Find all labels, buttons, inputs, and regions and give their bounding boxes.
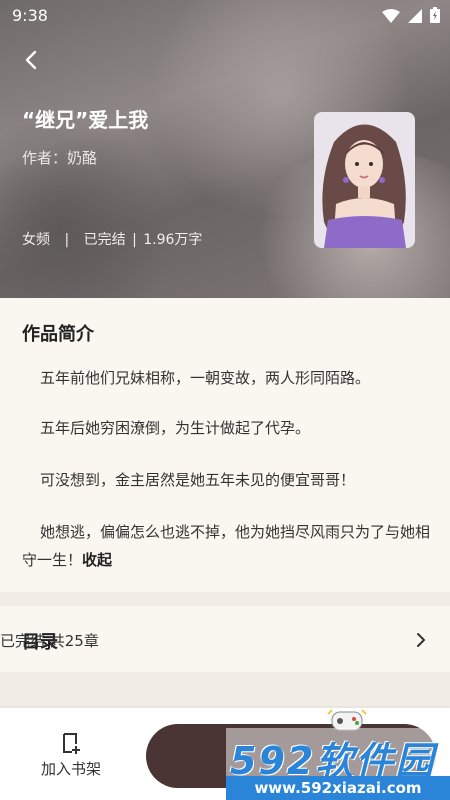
signal-icon (408, 8, 422, 27)
toc-status: 已完结 共25章 (0, 632, 99, 650)
book-header: 9:38 “继兄”爱上我 作者：奶酪 女频 | 已完结 | 1.96万字 (0, 0, 450, 298)
meta-separator-2: | (132, 232, 137, 248)
intro-paragraph: 五年后她穷困潦倒，为生计做起了代孕。 (40, 419, 311, 437)
book-completion: 已完结 (83, 232, 126, 248)
meta-separator: | (64, 232, 70, 248)
wifi-icon (382, 8, 400, 27)
chevron-right-icon (416, 632, 426, 652)
status-time: 9:38 (12, 6, 48, 25)
add-to-shelf-label: 加入书架 (40, 760, 101, 778)
book-channel: 女频 (22, 232, 50, 248)
back-button[interactable] (18, 46, 46, 74)
battery-icon (430, 7, 440, 27)
book-word-count: 1.96万字 (143, 232, 203, 248)
intro-heading: 作品简介 (22, 324, 94, 345)
watermark-url: www.592xiazai.com (226, 776, 450, 800)
intro-section: 作品简介 五年前他们兄妹相称，一朝变故，两人形同陌路。 五年后她穷困潦倒，为生计… (0, 298, 450, 592)
intro-paragraph: 五年前他们兄妹相称，一朝变故，两人形同陌路。 (40, 369, 371, 387)
cover-illustration (314, 112, 415, 248)
book-cover[interactable] (314, 112, 415, 248)
add-to-shelf-button[interactable]: 加入书架 (30, 730, 112, 780)
book-meta: 女频 | 已完结 | 1.96万字 (22, 229, 202, 249)
chevron-left-icon (25, 50, 37, 70)
book-title: “继兄”爱上我 (22, 108, 149, 132)
bookshelf-add-icon (63, 733, 80, 754)
watermark: 592软件园 www.592xiazai.com (226, 728, 450, 800)
section-divider (0, 592, 450, 606)
status-bar: 9:38 (0, 0, 450, 32)
section-divider (0, 672, 450, 708)
intro-paragraph: 可没想到，金主居然是她五年未见的便宜哥哥！ (40, 471, 356, 489)
book-author: 作者：奶酪 (22, 149, 98, 167)
intro-paragraph-last: 她想逃，偏偏怎么也逃不掉，他为她挡尽风雨只为了与她相守一生！收起 (22, 518, 432, 574)
toc-row[interactable]: 目录 已完结 共25章 (0, 606, 450, 672)
collapse-button[interactable]: 收起 (82, 551, 112, 569)
